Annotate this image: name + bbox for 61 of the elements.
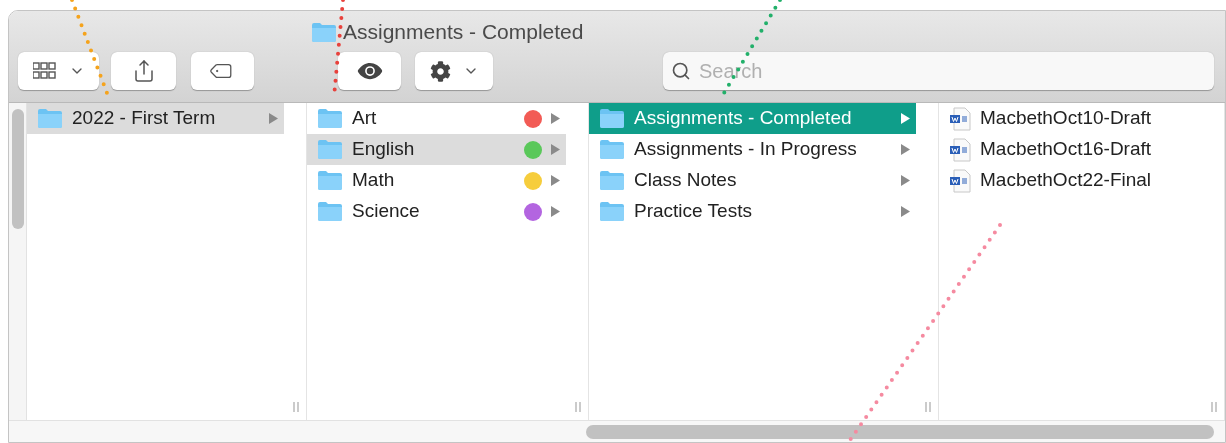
file-row[interactable]: Math (307, 165, 566, 197)
document-icon (949, 137, 971, 162)
file-name: Science (352, 199, 421, 224)
search-icon (671, 61, 691, 81)
file-row[interactable]: MacbethOct22-Final (939, 165, 1202, 197)
folder-icon (317, 170, 343, 192)
vertical-scrollbar[interactable] (11, 109, 24, 230)
folder-icon (37, 108, 63, 130)
file-name: Class Notes (634, 168, 738, 193)
document-icon (949, 106, 971, 131)
file-row[interactable]: Class Notes (589, 165, 916, 197)
file-row[interactable]: 2022 - First Term (27, 103, 284, 135)
disclosure-arrow-icon (269, 113, 278, 125)
settings-icon (429, 60, 451, 82)
resize-handle-icon (293, 402, 299, 413)
search-field[interactable]: Search (663, 52, 1214, 90)
quick-look-button[interactable] (338, 52, 401, 90)
folder-icon (599, 201, 625, 223)
file-row[interactable]: Science (307, 196, 566, 228)
file-row[interactable]: MacbethOct16-Draft (939, 134, 1202, 166)
file-name: MacbethOct22-Final (980, 168, 1153, 193)
tag-button[interactable] (191, 52, 254, 90)
action-button[interactable] (415, 52, 493, 90)
view-button[interactable] (18, 52, 99, 90)
file-name: Practice Tests (634, 199, 753, 224)
document-icon (949, 168, 971, 193)
window-title: Assignments - Completed (343, 19, 584, 46)
file-name: Math (352, 168, 396, 193)
resize-handle-icon (1211, 402, 1217, 413)
disclosure-arrow-icon (901, 206, 910, 218)
file-row[interactable]: English (307, 134, 566, 166)
horizontal-scrollbar[interactable] (586, 424, 1214, 439)
file-row[interactable]: Art (307, 103, 566, 135)
file-name: Assignments - In Progress (634, 137, 858, 162)
file-row[interactable]: MacbethOct10-Draft (939, 103, 1202, 135)
file-name: Art (352, 106, 378, 131)
file-name: Assignments - Completed (634, 106, 853, 131)
disclosure-arrow-icon (901, 175, 910, 187)
folder-icon (317, 201, 343, 223)
disclosure-arrow-icon (901, 113, 910, 125)
folder-icon (599, 170, 625, 192)
folder-icon (317, 108, 343, 130)
resize-handle-icon (925, 402, 931, 413)
folder-icon (311, 21, 337, 43)
disclosure-arrow-icon (901, 144, 910, 156)
file-name: MacbethOct10-Draft (980, 106, 1153, 131)
disclosure-arrow-icon (551, 206, 560, 218)
share-button[interactable] (111, 52, 176, 90)
file-name: 2022 - First Term (72, 106, 217, 131)
file-row[interactable]: Practice Tests (589, 196, 916, 228)
file-name: MacbethOct16-Draft (980, 137, 1153, 162)
resize-handle-icon (575, 402, 581, 413)
folder-icon (599, 108, 625, 130)
folder-icon (599, 139, 625, 161)
file-name: English (352, 137, 416, 162)
disclosure-arrow-icon (551, 175, 560, 187)
grid-icon (32, 61, 57, 81)
disclosure-arrow-icon (551, 144, 560, 156)
file-row[interactable]: Assignments - In Progress (589, 134, 916, 166)
disclosure-arrow-icon (551, 113, 560, 125)
folder-icon (317, 139, 343, 161)
